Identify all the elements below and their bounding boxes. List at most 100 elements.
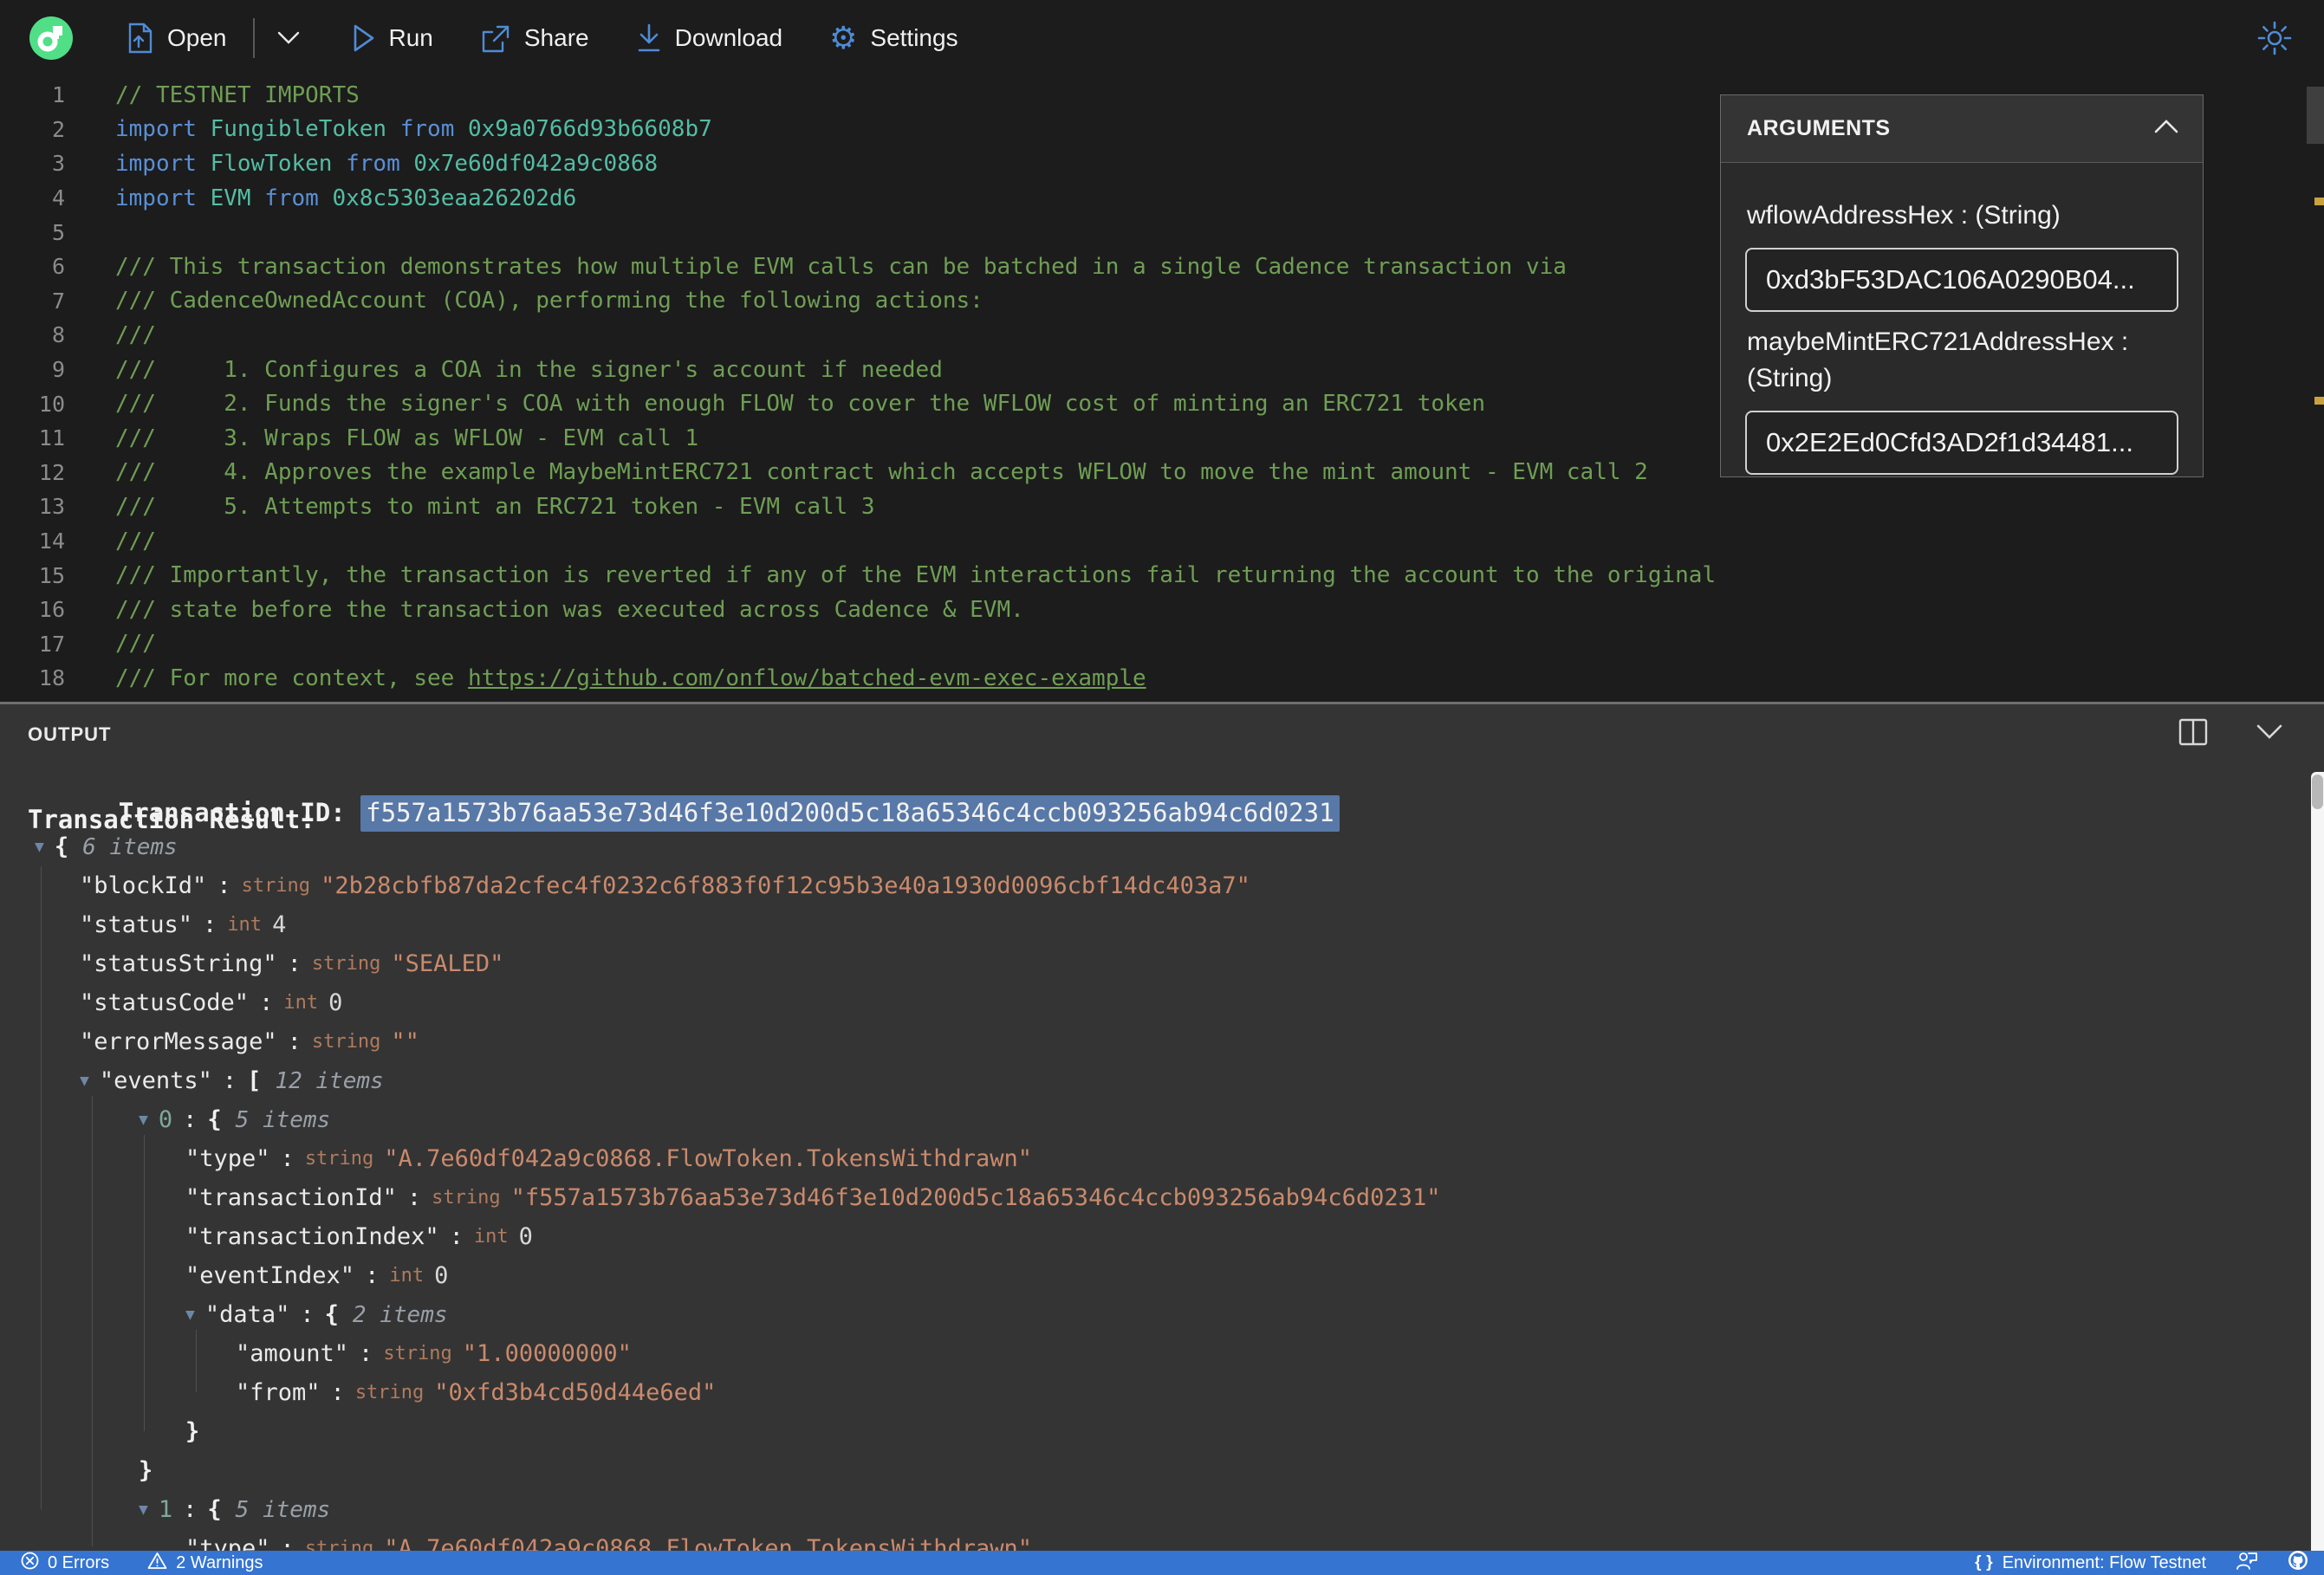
tree-key: "transactionId" (185, 1184, 397, 1211)
tree-str: "A.7e60df042a9c0868.FlowToken.TokensWith… (384, 1145, 1033, 1172)
tree-key: "from" (236, 1379, 321, 1406)
tree-colon: : (359, 1340, 373, 1367)
flow-runner-app: Open Run Share Download ⚙ Settings 1 // … (0, 0, 2324, 1575)
code-text: /// This transaction demonstrates how mu… (115, 253, 1567, 280)
collapse-arrow-icon[interactable]: ▼ (139, 1111, 148, 1129)
line-number: 14 (38, 528, 65, 554)
argument-label-0: wflowAddressHex : (String) (1747, 201, 2061, 230)
open-dropdown-chevron-icon[interactable] (277, 31, 300, 45)
tree-row: ▼ "data": {2 items (0, 1295, 2307, 1334)
arguments-panel-header[interactable]: ARGUMENTS (1721, 95, 2203, 163)
collapse-arrow-icon[interactable]: ▼ (80, 1072, 89, 1090)
run-play-icon (352, 23, 376, 53)
output-scrollbar-thumb[interactable] (2312, 775, 2323, 809)
settings-button[interactable]: ⚙ Settings (829, 23, 958, 54)
tree-items: 6 items (82, 833, 178, 860)
code-line: 17 /// (0, 627, 2324, 662)
line-number: 17 (38, 631, 65, 657)
tree-row: "from": string "0xfd3b4cd50d44e6ed" (0, 1373, 2307, 1412)
share-label: Share (523, 24, 589, 51)
code-link[interactable]: https://github.com/onflow/batched-evm-ex… (468, 665, 1146, 691)
download-icon (636, 23, 662, 54)
line-number: 8 (51, 322, 65, 348)
code-text: // TESTNET IMPORTS (115, 81, 360, 108)
argument-input-0[interactable]: 0xd3bF53DAC106A0290B04... (1745, 248, 2178, 312)
line-number: 18 (38, 665, 65, 691)
code-text: /// Importantly, the transaction is reve… (115, 562, 1717, 589)
line-number: 2 (51, 116, 65, 142)
split-view-icon[interactable] (2178, 718, 2208, 750)
tree-row: "errorMessage": string "" (0, 1022, 2307, 1061)
code-text: /// 1. Configures a COA in the signer's … (115, 356, 943, 383)
tree-int: 0 (328, 989, 343, 1016)
open-button[interactable]: Open (127, 23, 227, 54)
collapse-arrow-icon[interactable]: ▼ (185, 1306, 195, 1324)
toolbar: Open Run Share Download ⚙ Settings (0, 0, 2324, 76)
tree-key: "events" (99, 1067, 212, 1094)
argument-input-1[interactable]: 0x2E2Ed0Cfd3AD2f1d34481... (1745, 411, 2178, 475)
tree-key: "statusString" (80, 950, 277, 977)
toolbar-separator (252, 18, 255, 58)
collapse-chevron-up-icon[interactable] (2154, 120, 2178, 138)
tree-key: "status" (80, 911, 193, 938)
tree-colon: : (222, 1067, 237, 1094)
braces-icon: { } (1975, 1553, 1994, 1572)
output-scrollbar-track[interactable] (2311, 772, 2324, 1551)
tree-type: string (304, 1148, 374, 1170)
open-label: Open (167, 24, 227, 51)
theme-toggle-sun-icon[interactable] (2256, 20, 2293, 56)
editor-scrollbar-thumb[interactable] (2307, 87, 2324, 144)
line-number: 6 (51, 254, 65, 280)
tree-int: 4 (272, 911, 287, 938)
flow-logo-icon[interactable] (29, 16, 73, 60)
tree-colon: : (183, 1496, 198, 1523)
code-text: /// 2. Funds the signer's COA with enoug… (115, 391, 1485, 418)
download-button[interactable]: Download (636, 23, 783, 54)
tree-colon: : (287, 1028, 302, 1055)
github-icon[interactable] (2288, 1550, 2308, 1575)
tree-row: "statusCode": int 0 (0, 983, 2307, 1022)
line-number: 3 (51, 151, 65, 177)
collapse-output-chevron-icon[interactable] (2256, 724, 2282, 744)
line-number: 11 (38, 425, 65, 451)
line-number: 10 (38, 391, 65, 417)
tree-brace: } (185, 1418, 200, 1445)
tree-row: "status": int 4 (0, 905, 2307, 944)
tree-colon: : (183, 1106, 198, 1133)
line-number: 16 (38, 597, 65, 623)
tree-colon: : (449, 1223, 464, 1250)
code-line: 18 /// For more context, see https://gith… (0, 661, 2324, 696)
tree-row: } (0, 1451, 2307, 1490)
tree-key: "transactionIndex" (185, 1223, 439, 1250)
tree-str: "SEALED" (391, 950, 504, 977)
tree-row: ▼ {6 items (0, 827, 2307, 866)
run-button[interactable]: Run (352, 23, 433, 53)
code-text: import FlowToken from 0x7e60df042a9c0868 (115, 150, 659, 177)
tree-colon: : (406, 1184, 422, 1211)
download-label: Download (674, 24, 783, 51)
tree-items: 5 items (235, 1106, 331, 1133)
collapse-arrow-icon[interactable]: ▼ (35, 838, 44, 856)
tree-row: "type": string "A.7e60df042a9c0868.FlowTok… (0, 1529, 2307, 1551)
tree-colon: : (259, 989, 274, 1016)
code-text: /// CadenceOwnedAccount (COA), performin… (115, 288, 983, 314)
transaction-id-value[interactable]: f557a1573b76aa53e73d46f3e10d200d5c18a653… (360, 795, 1340, 832)
tree-row: "transactionIndex": int 0 (0, 1217, 2307, 1256)
warning-marker (2314, 198, 2324, 205)
tree-type: string (383, 1343, 452, 1364)
settings-label: Settings (870, 24, 958, 51)
output-title: OUTPUT (28, 723, 112, 745)
collapse-arrow-icon[interactable]: ▼ (139, 1500, 148, 1519)
warnings-status[interactable]: 2 Warnings (147, 1552, 263, 1575)
share-button[interactable]: Share (480, 23, 589, 53)
feedback-person-icon[interactable] (2236, 1551, 2258, 1575)
line-number: 15 (38, 562, 65, 588)
argument-label-1: maybeMintERC721AddressHex : (String) (1747, 327, 2129, 392)
warning-marker (2314, 397, 2324, 405)
errors-status[interactable]: 0 Errors (21, 1552, 109, 1575)
tree-key: "eventIndex" (185, 1262, 355, 1289)
environment-status[interactable]: { } Environment: Flow Testnet (1975, 1553, 2206, 1573)
code-text: /// state before the transaction was exe… (115, 596, 1024, 623)
tree-brace: { (207, 1106, 222, 1133)
tree-row: ▼ 1: {5 items (0, 1490, 2307, 1529)
